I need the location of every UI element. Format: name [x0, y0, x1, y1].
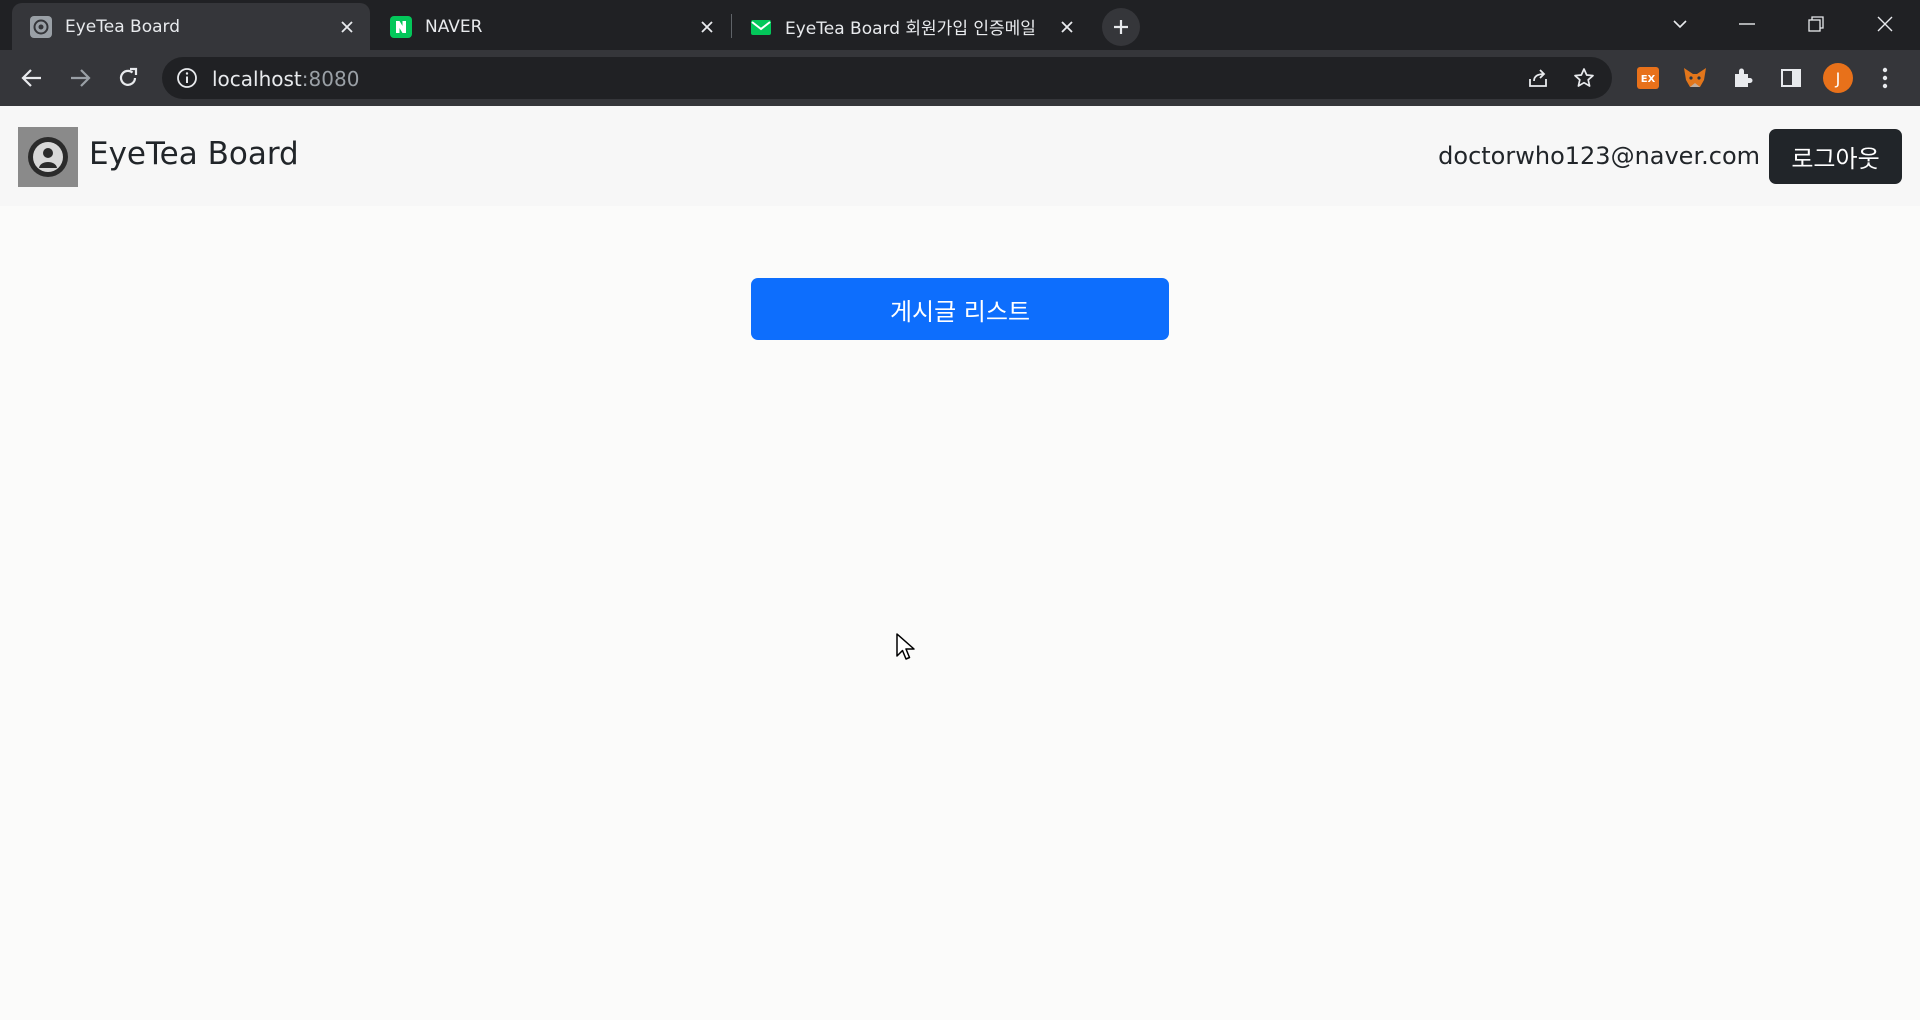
ex-extension-icon[interactable]: EX [1633, 63, 1663, 93]
logout-button[interactable]: 로그아웃 [1769, 129, 1902, 184]
reload-icon[interactable] [112, 62, 144, 94]
tab-title: EyeTea Board [65, 16, 180, 37]
tab-signup-mail[interactable]: EyeTea Board 회원가입 인증메일 [732, 3, 1090, 50]
url-text: localhost:8080 [212, 67, 360, 91]
site-info-icon[interactable] [176, 67, 198, 89]
tab-naver[interactable]: NAVER [372, 3, 730, 50]
puzzle-icon[interactable] [1728, 63, 1758, 93]
tab-search-chevron-icon[interactable] [1652, 4, 1708, 44]
naver-favicon-icon [390, 15, 412, 38]
share-icon[interactable] [1527, 67, 1549, 89]
profile-avatar[interactable]: J [1823, 63, 1853, 93]
back-arrow-icon[interactable] [16, 62, 48, 94]
bookmark-star-icon[interactable] [1573, 67, 1595, 89]
side-panel-icon[interactable] [1776, 63, 1806, 93]
close-tab-icon[interactable] [336, 16, 358, 38]
mail-favicon-icon [750, 16, 772, 38]
site-logo[interactable] [18, 127, 78, 187]
browser-toolbar: localhost:8080 EX J [0, 50, 1920, 106]
profile-initial: J [1835, 68, 1841, 88]
close-tab-icon[interactable] [1056, 16, 1078, 38]
close-window-icon[interactable] [1857, 4, 1913, 44]
tab-title: NAVER [425, 16, 483, 37]
site-navbar: EyeTea Board doctorwho123@naver.com 로그아웃 [0, 106, 1920, 206]
user-email: doctorwho123@naver.com [1438, 142, 1760, 170]
new-tab-plus-icon[interactable] [1102, 8, 1140, 46]
browser-tab-strip: EyeTea Board NAVER EyeTea Board 회원가입 인증메… [0, 0, 1920, 50]
tab-title: EyeTea Board 회원가입 인증메일 [785, 19, 1036, 39]
post-list-button[interactable]: 게시글 리스트 [751, 278, 1169, 340]
minimize-icon[interactable] [1719, 4, 1775, 44]
mouse-cursor-icon [896, 633, 915, 660]
metamask-fox-icon[interactable] [1680, 63, 1710, 93]
close-tab-icon[interactable] [696, 16, 718, 38]
brand-title[interactable]: EyeTea Board [89, 136, 299, 172]
tab-eyetea-board[interactable]: EyeTea Board [12, 3, 370, 50]
address-bar[interactable]: localhost:8080 [162, 57, 1612, 99]
forward-arrow-icon[interactable] [64, 62, 96, 94]
eyetea-favicon-icon [30, 15, 52, 38]
restore-icon[interactable] [1788, 4, 1844, 44]
svg-text:EX: EX [1641, 74, 1656, 85]
kebab-menu-icon[interactable] [1870, 63, 1900, 93]
